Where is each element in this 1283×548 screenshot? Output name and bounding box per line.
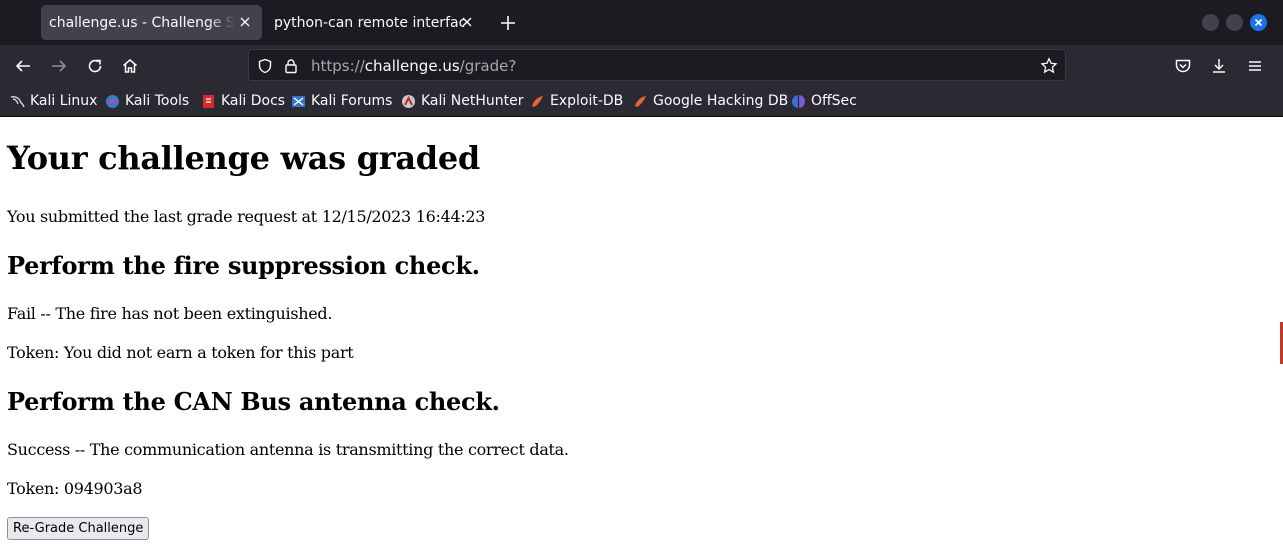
star-bookmark-icon[interactable] [1039,56,1059,76]
ghdb-icon [635,95,646,107]
bookmark-google-hacking-db[interactable]: Google Hacking DB [633,92,788,110]
navigation-toolbar: https://challenge.us/grade? [0,45,1283,85]
exploit-db-icon [532,95,543,107]
close-icon [1254,18,1263,27]
close-tab-icon[interactable] [236,13,254,31]
app-menu-button[interactable] [1242,53,1268,79]
bookmark-label: OffSec [811,93,857,109]
hamburger-menu-icon [1249,61,1261,71]
url-text[interactable]: https://challenge.us/grade? [311,57,516,75]
shield-icon[interactable] [255,56,275,76]
check-result-fire-suppression: Fail -- The fire has not been extinguish… [7,304,333,323]
forward-button[interactable] [46,53,72,79]
bookmark-kali-docs[interactable]: Kali Docs [201,92,285,110]
home-icon [123,59,137,73]
bookmark-label: Exploit-DB [550,93,624,109]
offsec-icon [792,94,805,108]
check-token-fire-suppression: Token: You did not earn a token for this… [7,343,354,362]
bookmark-kali-tools[interactable]: Kali Tools [105,92,189,110]
minimize-window-button[interactable] [1202,14,1219,31]
reload-button[interactable] [82,53,108,79]
pocket-button[interactable] [1170,53,1196,79]
bookmarks-toolbar: Kali Linux Kali Tools Kali Docs Kali For… [0,85,1283,117]
bookmark-offsec[interactable]: OffSec [791,92,857,110]
arrow-left-icon [15,60,30,72]
arrow-right-icon [52,60,67,72]
kali-tools-icon [106,94,119,108]
check-heading-can-bus-antenna: Perform the CAN Bus antenna check. [7,387,500,416]
close-window-button[interactable] [1250,14,1267,31]
maximize-window-button[interactable] [1226,14,1243,31]
bookmark-exploit-db[interactable]: Exploit-DB [530,92,623,110]
close-tab-icon[interactable] [458,13,476,31]
check-heading-fire-suppression: Perform the fire suppression check. [7,251,480,280]
bookmark-label: Google Hacking DB [653,93,789,109]
bookmark-kali-forums[interactable]: Kali Forums [291,92,392,110]
bookmark-kali-linux[interactable]: Kali Linux [10,92,97,110]
address-bar[interactable]: https://challenge.us/grade? [248,49,1066,81]
bookmark-kali-nethunter[interactable]: Kali NetHunter [401,92,523,110]
check-result-can-bus-antenna: Success -- The communication antenna is … [7,440,569,459]
tab-challenge[interactable]: challenge.us - Challenge Success [41,5,262,40]
home-button[interactable] [117,53,143,79]
url-path: /grade? [459,57,517,75]
reload-icon [88,59,102,73]
pocket-icon [1175,59,1191,73]
tab-python-can[interactable]: python-can remote interface [266,5,484,40]
tab-strip: challenge.us - Challenge Success python-… [0,0,1283,45]
url-scheme: https:// [311,57,365,75]
download-icon [1213,59,1225,73]
bookmark-label: Kali Tools [125,93,190,109]
kali-forums-icon [292,95,305,107]
downloads-button[interactable] [1206,53,1232,79]
page-title: Your challenge was graded [7,139,480,177]
page-content: Your challenge was graded You submitted … [0,117,1283,548]
kali-docs-icon [203,94,214,108]
re-grade-challenge-button[interactable]: Re-Grade Challenge [7,517,150,540]
bookmark-label: Kali NetHunter [421,93,524,109]
tab-title: python-can remote interface [274,14,464,31]
plus-icon [501,16,515,30]
tab-title: challenge.us - Challenge Success [49,14,235,31]
kali-nethunter-icon [402,94,415,108]
bookmark-label: Kali Forums [311,93,393,109]
submitted-timestamp: You submitted the last grade request at … [7,207,486,226]
new-tab-button[interactable] [497,12,519,34]
url-host: challenge.us [364,57,460,75]
back-button[interactable] [10,53,36,79]
kali-dragon-icon [10,95,25,107]
check-token-can-bus-antenna: Token: 094903a8 [7,479,143,498]
lock-icon[interactable] [281,56,301,76]
bookmark-label: Kali Docs [221,93,286,109]
bookmark-label: Kali Linux [30,93,98,109]
